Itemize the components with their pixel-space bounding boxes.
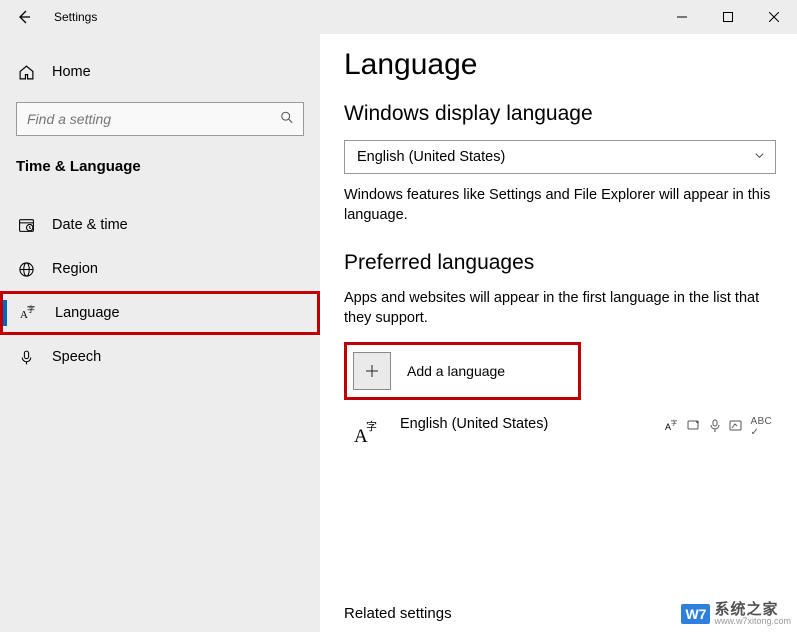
add-language-highlight: Add a language (344, 342, 581, 400)
titlebar: Settings (0, 0, 797, 34)
nav-label: Date & time (52, 217, 128, 233)
language-feature-icons: A字 ABC✓ (665, 414, 772, 438)
display-language-icon: A字 (665, 419, 679, 436)
watermark: W7 系统之家 www.w7xitong.com (681, 602, 791, 626)
close-icon (769, 12, 779, 22)
search-container (16, 102, 304, 136)
text-to-speech-icon (687, 419, 701, 436)
sidebar-home-label: Home (52, 64, 91, 80)
nav-label: Speech (52, 349, 101, 365)
watermark-brand: 系统之家 (714, 602, 791, 617)
language-item[interactable]: A字 English (United States) A字 ABC✓ (344, 408, 776, 458)
display-language-dropdown[interactable]: English (United States) (344, 140, 776, 174)
back-arrow-icon (16, 9, 32, 25)
page-title: Language (344, 48, 797, 82)
display-language-description: Windows features like Settings and File … (344, 186, 774, 225)
svg-text:字: 字 (366, 419, 377, 433)
preferred-languages-description: Apps and websites will appear in the fir… (344, 289, 774, 328)
nav-label: Region (52, 261, 98, 277)
nav-label: Language (55, 305, 120, 321)
sidebar-item-language[interactable]: A字 Language (0, 291, 320, 335)
speech-recognition-icon (709, 419, 721, 436)
microphone-icon (16, 349, 36, 366)
window-title: Settings (54, 10, 97, 24)
display-language-value: English (United States) (357, 149, 505, 165)
spellcheck-icon: ABC✓ (751, 416, 772, 438)
home-icon (16, 64, 36, 81)
display-language-heading: Windows display language (344, 102, 797, 126)
search-icon (280, 111, 294, 128)
language-item-label: English (United States) (400, 414, 665, 432)
svg-text:字: 字 (671, 419, 677, 427)
calendar-clock-icon (16, 217, 36, 234)
language-a-icon: A字 (19, 304, 39, 322)
add-language-button[interactable]: Add a language (347, 345, 578, 397)
plus-icon (353, 352, 391, 390)
chevron-down-icon (754, 149, 765, 165)
maximize-icon (723, 12, 733, 22)
window-controls (659, 0, 797, 34)
sidebar-item-region[interactable]: Region (0, 247, 320, 291)
sidebar-section-title: Time & Language (0, 148, 320, 189)
handwriting-icon (729, 419, 743, 436)
sidebar-nav: Date & time Region A字 Language Speech (0, 189, 320, 379)
sidebar: Home Time & Language Date & time (0, 34, 320, 632)
content-pane: Language Windows display language Englis… (320, 34, 797, 632)
maximize-button[interactable] (705, 0, 751, 34)
globe-icon (16, 261, 36, 278)
back-button[interactable] (0, 0, 48, 34)
preferred-languages-heading: Preferred languages (344, 251, 797, 275)
search-input[interactable] (16, 102, 304, 136)
language-a-icon: A字 (348, 414, 386, 452)
watermark-logo: W7 (681, 604, 710, 624)
related-settings-heading: Related settings (344, 605, 452, 622)
sidebar-item-speech[interactable]: Speech (0, 335, 320, 379)
sidebar-home[interactable]: Home (0, 50, 320, 94)
sidebar-item-date-time[interactable]: Date & time (0, 203, 320, 247)
close-button[interactable] (751, 0, 797, 34)
watermark-url: www.w7xitong.com (714, 617, 791, 626)
minimize-icon (677, 12, 687, 22)
minimize-button[interactable] (659, 0, 705, 34)
svg-text:字: 字 (27, 304, 35, 314)
add-language-label: Add a language (407, 363, 505, 379)
